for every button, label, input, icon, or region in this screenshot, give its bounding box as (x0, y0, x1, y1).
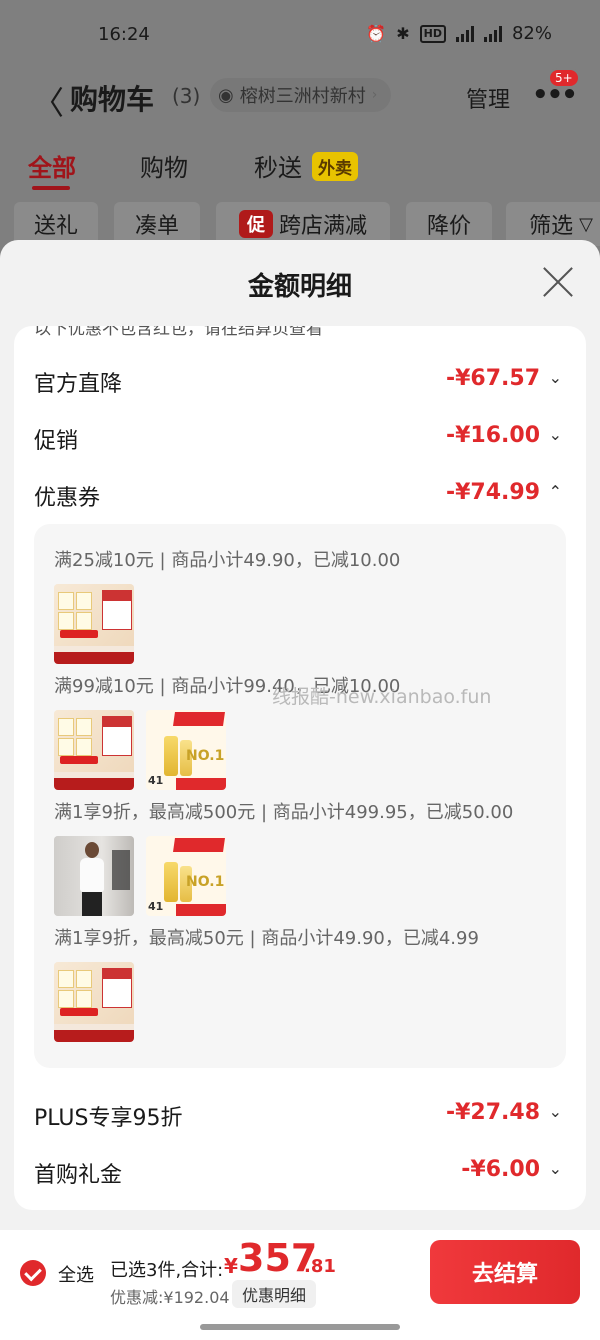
coupon-line: 满1享9折，最高减50元 | 商品小计49.90，已减4.99 (54, 928, 479, 949)
product-thumb-shampoo[interactable]: NO.1 41 (146, 836, 226, 916)
checkout-button[interactable]: 去结算 (430, 1240, 580, 1304)
shampoo-price-label: 41 (148, 774, 164, 787)
row-coupon[interactable]: 优惠券 -¥74.99 ⌃ (34, 476, 566, 516)
discount-detail-button[interactable]: 优惠明细 (232, 1280, 317, 1308)
bluetooth-icon: ✱ (396, 24, 410, 43)
shampoo-no1-label: NO.1 (186, 874, 225, 890)
home-indicator[interactable] (200, 1324, 400, 1330)
chip-price-drop-label: 降价 (426, 214, 471, 239)
chip-filter-label: 筛选 (529, 214, 574, 239)
tab-all[interactable]: 全部 (28, 148, 76, 183)
row-amount: -¥6.00 (461, 1157, 540, 1182)
row-amount: -¥67.57 (445, 366, 540, 391)
chip-cross-store-label: 跨店满减 (278, 214, 367, 239)
status-bar: 16:24 ⏰ ✱ HD 82% (0, 0, 600, 68)
row-label: 首购礼金 (34, 1163, 123, 1188)
coupon-line: 满1享9折，最高减500元 | 商品小计499.95，已减50.00 (54, 802, 514, 823)
selected-summary: 已选3件,合计: (110, 1260, 224, 1281)
page-title: 购物车 (70, 83, 155, 116)
funnel-icon: ▽ (579, 213, 593, 235)
coupon-line: 满25减10元 | 商品小计49.90，已减10.00 (54, 550, 401, 571)
waimai-tag: 外卖 (312, 152, 358, 181)
row-first-purchase[interactable]: 首购礼金 -¥6.00 ⌄ (34, 1153, 566, 1193)
location-selector[interactable]: ◉ 榕树三洲村新村 › (210, 78, 392, 112)
product-thumb-top[interactable] (54, 836, 134, 916)
chevron-down-icon: ⌄ (548, 1102, 562, 1121)
row-amount: -¥16.00 (445, 423, 540, 448)
battery-level: 82% (511, 23, 552, 44)
tab-instant[interactable]: 秒送 (254, 148, 302, 183)
chip-combine-label: 凑单 (134, 214, 179, 239)
total-decimal: .81 (304, 1256, 336, 1277)
detail-card: 以下优惠不包含红包，请在结算页查看 官方直降 -¥67.57 ⌄ 促销 -¥16… (14, 326, 586, 1210)
message-badge: 5+ (548, 68, 580, 88)
status-time: 16:24 (98, 24, 150, 45)
sheet-title: 金额明细 (247, 272, 352, 302)
checkout-bar: 全选 已选3件,合计: ¥ 357 .81 优惠减:¥192.04 优惠明细 去… (0, 1230, 600, 1340)
location-label: 榕树三洲村新村 (239, 86, 366, 107)
row-label: 官方直降 (34, 372, 123, 397)
product-thumb-diaper[interactable] (54, 962, 134, 1042)
back-icon[interactable]: 〈 (32, 78, 64, 124)
alarm-icon: ⏰ (366, 24, 387, 43)
eye-icon: ◉ (218, 84, 234, 106)
row-official-discount[interactable]: 官方直降 -¥67.57 ⌄ (34, 362, 566, 402)
row-promotion[interactable]: 促销 -¥16.00 ⌄ (34, 419, 566, 459)
row-label: PLUS专享95折 (34, 1106, 183, 1131)
cart-count: (3) (172, 84, 201, 108)
chevron-down-icon: ⌄ (548, 368, 562, 387)
chevron-right-icon: › (371, 87, 378, 103)
cart-header: 〈 购物车 (3) ◉ 榕树三洲村新村 › 管理 ••• 5+ (0, 68, 600, 128)
tab-shopping[interactable]: 购物 (140, 148, 188, 183)
row-label: 促销 (34, 429, 79, 454)
status-icons: ⏰ ✱ HD 82% (366, 23, 552, 44)
cart-tabs: 全部 购物 秒送 外卖 (0, 140, 600, 196)
manage-button[interactable]: 管理 (466, 82, 510, 114)
promo-icon: 促 (238, 210, 273, 238)
signal-4g-icon (455, 25, 474, 42)
chip-gift-label: 送礼 (33, 214, 78, 239)
close-icon[interactable] (540, 264, 576, 300)
amount-detail-sheet: 金额明细 以下优惠不包含红包，请在结算页查看 官方直降 -¥67.57 ⌄ 促销… (0, 240, 600, 1340)
row-amount: -¥74.99 (445, 480, 540, 505)
total-currency: ¥ (224, 1254, 238, 1278)
coupon-detail-box: 满25减10元 | 商品小计49.90，已减10.00 满99减10元 | 商品… (34, 524, 566, 1068)
chevron-down-icon: ⌄ (548, 1159, 562, 1178)
shampoo-no1-label: NO.1 (186, 748, 225, 764)
watermark: 线报酷-new.xianbao.fun (272, 686, 492, 708)
row-label: 优惠券 (34, 486, 101, 511)
signal-5g-icon (483, 25, 502, 42)
chevron-down-icon: ⌄ (548, 425, 562, 444)
product-thumb-diaper[interactable] (54, 710, 134, 790)
row-amount: -¥27.48 (445, 1100, 540, 1125)
row-plus-discount[interactable]: PLUS专享95折 -¥27.48 ⌄ (34, 1096, 566, 1136)
product-thumb-shampoo[interactable]: NO.1 41 (146, 710, 226, 790)
discount-note: 以下优惠不包含红包，请在结算页查看 (34, 326, 323, 339)
chevron-up-icon: ⌃ (548, 482, 562, 501)
select-all-checkbox[interactable] (20, 1260, 46, 1286)
hd-icon: HD (419, 24, 446, 43)
select-all-label[interactable]: 全选 (58, 1261, 94, 1287)
discount-total: 优惠减:¥192.04 (110, 1288, 230, 1307)
shampoo-price-label: 41 (148, 900, 164, 913)
tab-underline (32, 186, 70, 190)
product-thumb-diaper[interactable] (54, 584, 134, 664)
